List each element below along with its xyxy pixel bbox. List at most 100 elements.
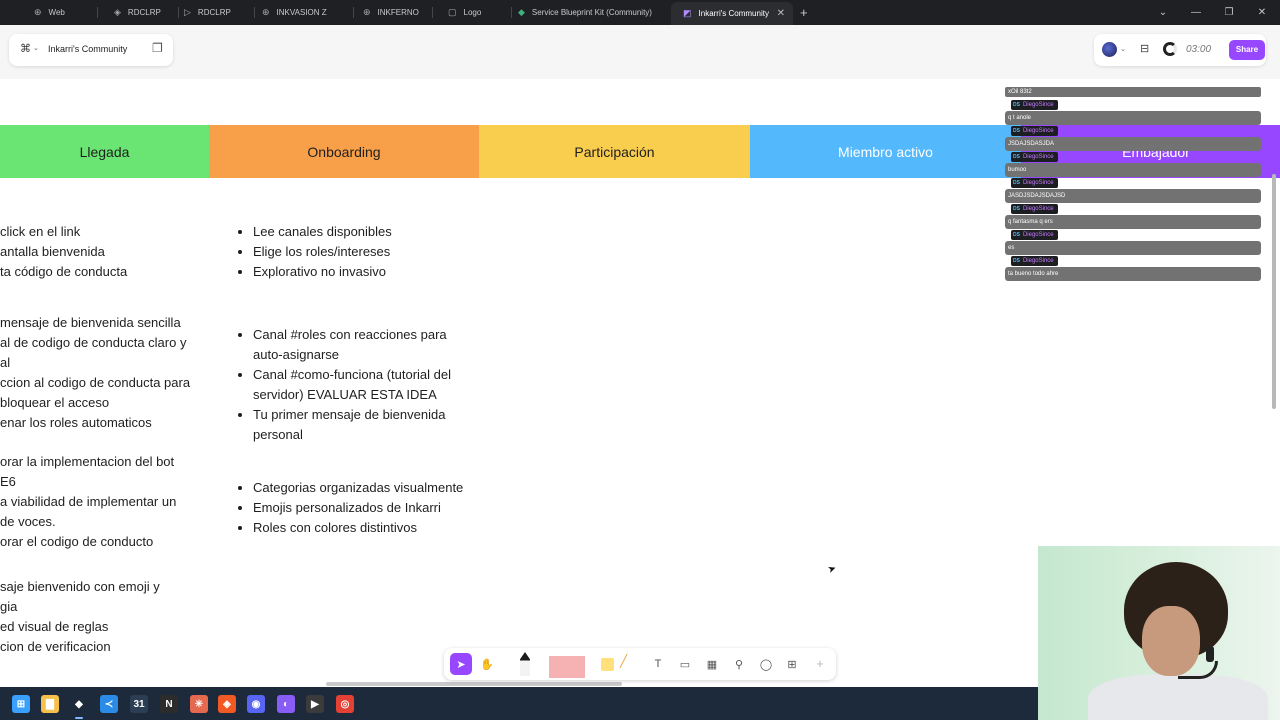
list-item-line: Canal #roles con reacciones para [253, 327, 447, 342]
stage-label: Onboarding [307, 143, 381, 160]
chrome-icon[interactable]: ◎ [336, 695, 354, 713]
onboarding-bullet-list[interactable]: Canal #roles con reacciones para auto-asi… [233, 325, 451, 445]
discord-icon[interactable]: ◉ [247, 695, 265, 713]
pages-icon[interactable]: ❐ [152, 41, 163, 55]
table-tool-icon[interactable]: ▦ [701, 653, 723, 675]
browser-tab[interactable]: ▢ Logo [436, 0, 511, 25]
new-tab-button[interactable]: + [800, 0, 808, 25]
list-item-line: servidor) EVALUAR ESTA IDEA [253, 387, 437, 402]
stage-header-llegada[interactable]: Llegada [0, 125, 209, 178]
tab-label: Inkarri's Community [698, 9, 769, 18]
tab-label: INKVASION Z [276, 8, 327, 17]
brave-icon[interactable]: ◈ [218, 695, 236, 713]
list-item: Explorativo no invasivo [253, 262, 392, 282]
globe-icon: ⊕ [363, 7, 371, 17]
windows-start-icon[interactable]: ⊞ [12, 695, 30, 713]
timer-readout[interactable]: 03:00 [1186, 44, 1211, 55]
figma-app-icon[interactable]: ◆ [70, 695, 88, 713]
llegada-line: orar el codigo de conducto [0, 534, 154, 549]
onboarding-bullet-list[interactable]: Categorias organizadas visualmente Emoji… [233, 478, 463, 538]
chat-username-tag: DS DiegoSince [1011, 256, 1058, 266]
obs-icon[interactable]: ◐ [277, 695, 295, 713]
browser-tab[interactable]: ◈ RDCLRP [102, 0, 177, 25]
list-item-line: personal [253, 427, 303, 442]
share-button[interactable]: Share [1229, 40, 1265, 60]
stage-label: Llegada [79, 143, 130, 160]
chat-badge-icon: DS [1013, 154, 1020, 160]
timer-icon[interactable] [1163, 42, 1177, 56]
browser-tab[interactable]: ⊕ INKFERNO [351, 0, 441, 25]
chat-message-text: q t anole [1005, 111, 1261, 125]
browser-tab[interactable]: ▷ RDCLRP [172, 0, 252, 25]
chat-username-tag: DS DiegoSince [1011, 178, 1058, 188]
chat-username-tag: DS DiegoSince [1011, 152, 1058, 162]
marker-tool-icon[interactable] [520, 652, 530, 676]
chat-username: DiegoSince [1022, 258, 1054, 264]
browser-tab[interactable]: ◆ Service Blueprint Kit (Community) [506, 0, 671, 25]
layout-icon[interactable]: ⊟ [1140, 42, 1149, 55]
llegada-line: bloquear el acceso [0, 395, 110, 410]
select-tool-icon[interactable]: ➤ [450, 653, 472, 675]
list-item-line: auto-asignarse [253, 347, 339, 362]
stamp-tool-icon[interactable]: ⚲ [728, 653, 750, 675]
calendar-app-icon[interactable]: 31 [130, 695, 148, 713]
header-right-controls: ⌄ ⊟ 03:00 Share [1094, 34, 1266, 66]
vertical-scrollbar[interactable] [1272, 174, 1276, 409]
chevron-down-icon[interactable]: ⌄ [33, 44, 39, 52]
browser-tab-active[interactable]: ◩ Inkarri's Community ✕ [671, 2, 793, 25]
list-item: Lee canales disponibles [253, 222, 392, 242]
onboarding-bullet-list[interactable]: Lee canales disponibles Elige los roles/… [233, 222, 392, 282]
llegada-line: ed visual de reglas [0, 619, 109, 634]
chat-message-text: ta bueno todo ahre [1005, 267, 1261, 281]
close-tab-icon[interactable]: ✕ [777, 8, 785, 19]
chat-badge-icon: DS [1013, 206, 1020, 212]
sticky-note-tool-icon[interactable] [601, 658, 614, 671]
more-tools-icon[interactable]: + [810, 654, 830, 674]
chat-badge-icon: DS [1013, 102, 1020, 108]
hand-tool-icon[interactable]: ✋ [476, 653, 498, 675]
llegada-line: saje bienvenido con emoji y [0, 579, 160, 594]
llegada-line: ta código de conducta [0, 264, 128, 279]
restore-icon[interactable]: ❐ [1217, 0, 1241, 25]
notion-icon[interactable]: N [160, 695, 178, 713]
spark-app-icon[interactable]: ✳ [190, 695, 208, 713]
tab-search-chevron-icon[interactable]: ⌄ [1151, 0, 1175, 25]
chat-message-text: bumoo [1005, 163, 1261, 177]
vscode-icon[interactable]: ≺ [100, 695, 118, 713]
file-explorer-icon[interactable]: ▇ [41, 695, 59, 713]
llegada-line: mensaje de bienvenida sencilla [0, 315, 181, 330]
section-tool-icon[interactable]: ▭ [674, 653, 696, 675]
chevron-down-icon[interactable]: ⌄ [1120, 45, 1126, 53]
llegada-line: gia [0, 599, 18, 614]
browser-tab[interactable]: ⊕ INKVASION Z [250, 0, 350, 25]
figma-file-icon: ◈ [114, 7, 121, 17]
minimize-icon[interactable]: — [1184, 0, 1208, 25]
stage-label: Participación [574, 143, 655, 160]
chat-message-text: JASDJSDAJSDAJSD [1005, 189, 1261, 203]
chat-badge-icon: DS [1013, 180, 1020, 186]
stage-header-miembro-activo[interactable]: Miembro activo [750, 125, 1021, 178]
window-close-icon[interactable]: ✕ [1250, 0, 1274, 25]
tab-separator [432, 7, 433, 18]
text-tool-icon[interactable]: T [647, 653, 669, 675]
avatar[interactable] [1102, 42, 1117, 57]
horizontal-scrollbar[interactable] [326, 682, 622, 686]
widgets-tool-icon[interactable]: ⊞ [781, 653, 803, 675]
connector-tool-icon[interactable]: ╱ [620, 654, 632, 674]
stage-header-onboarding[interactable]: Onboarding [209, 125, 479, 178]
file-name[interactable]: Inkarri's Community [48, 44, 127, 54]
llegada-line: E6 [0, 474, 16, 489]
capture-app-icon[interactable]: ▶ [306, 695, 324, 713]
llegada-line: ccion al codigo de conducta para [0, 375, 191, 390]
tab-label: Logo [463, 8, 482, 17]
list-item: Roles con colores distintivos [253, 518, 463, 538]
main-menu-icon[interactable]: ⌘ [20, 42, 31, 55]
browser-tab[interactable]: ⊕ Web [22, 0, 97, 25]
comment-tool-icon[interactable]: ◯ [755, 653, 777, 675]
washi-tape-tool-icon[interactable] [549, 656, 585, 678]
tab-label: Web [48, 8, 65, 17]
stage-header-participacion[interactable]: Participación [479, 125, 750, 178]
llegada-line: cion de verificacion [0, 639, 111, 654]
webcam-overlay [1038, 546, 1280, 720]
chat-username-tag: DS DiegoSince [1011, 126, 1058, 136]
